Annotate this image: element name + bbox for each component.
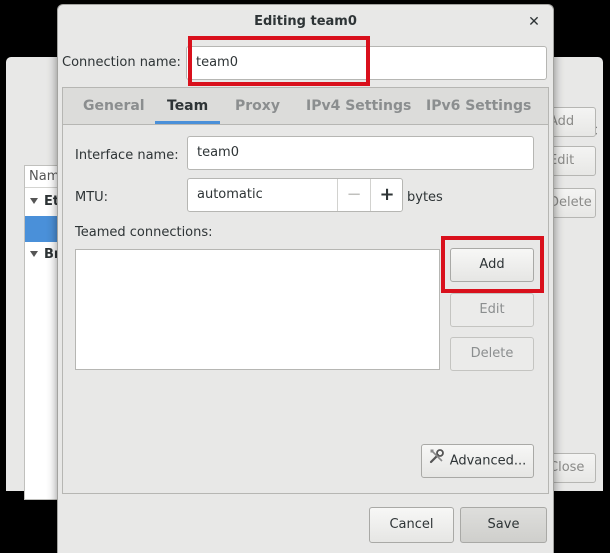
tab-ipv4-settings[interactable]: IPv4 Settings bbox=[306, 88, 411, 124]
cancel-button[interactable]: Cancel bbox=[369, 507, 454, 543]
advanced-button-label: Advanced... bbox=[449, 453, 527, 469]
advanced-button[interactable]: Advanced... bbox=[421, 444, 534, 478]
teamed-connections-label: Teamed connections: bbox=[75, 225, 213, 240]
mtu-decrease-button[interactable]: − bbox=[337, 179, 370, 211]
tools-icon bbox=[429, 445, 445, 477]
close-icon[interactable]: ✕ bbox=[524, 12, 544, 32]
tab-general[interactable]: General bbox=[83, 88, 145, 124]
add-button[interactable]: Add bbox=[450, 248, 534, 282]
mtu-spinbutton[interactable]: automatic − + bbox=[187, 178, 403, 212]
tab-proxy[interactable]: Proxy bbox=[235, 88, 280, 124]
interface-name-input[interactable]: team0 bbox=[187, 136, 534, 170]
tab-team[interactable]: Team bbox=[154, 88, 221, 124]
delete-button[interactable]: Delete bbox=[450, 337, 534, 371]
connection-name-input[interactable]: team0 bbox=[186, 46, 547, 80]
expander-icon bbox=[30, 251, 38, 257]
settings-notebook: General Team Proxy IPv4 Settings IPv6 Se… bbox=[62, 87, 549, 494]
tab-ipv6-settings[interactable]: IPv6 Settings bbox=[426, 88, 531, 124]
dialog-titlebar: Editing team0 ✕ bbox=[58, 5, 553, 38]
mtu-value[interactable]: automatic bbox=[197, 179, 263, 211]
teamed-connections-list[interactable] bbox=[75, 249, 440, 370]
tab-bar: General Team Proxy IPv4 Settings IPv6 Se… bbox=[63, 88, 548, 125]
edit-button[interactable]: Edit bbox=[450, 293, 534, 327]
connection-name-label: Connection name: bbox=[62, 55, 181, 70]
edit-connection-dialog: Editing team0 ✕ Connection name: team0 G… bbox=[57, 4, 554, 553]
mtu-increase-button[interactable]: + bbox=[370, 179, 403, 211]
mtu-unit-label: bytes bbox=[407, 190, 443, 205]
dialog-title: Editing team0 bbox=[254, 14, 357, 29]
expander-icon bbox=[30, 198, 38, 204]
mtu-label: MTU: bbox=[75, 190, 109, 205]
interface-name-label: Interface name: bbox=[75, 148, 179, 163]
save-button[interactable]: Save bbox=[460, 507, 547, 543]
